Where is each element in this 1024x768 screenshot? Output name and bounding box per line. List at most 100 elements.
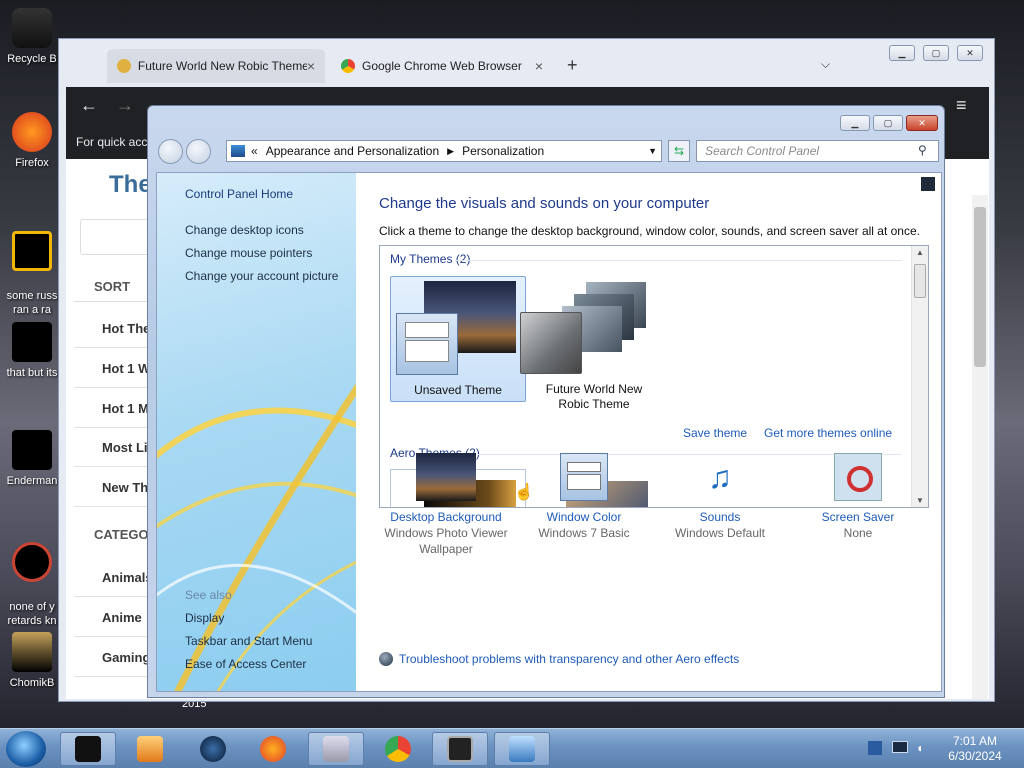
media-player-icon <box>137 736 163 762</box>
my-themes-label: My Themes (2) <box>390 252 471 266</box>
desktop-icon-firefox[interactable]: Firefox <box>0 112 64 170</box>
forward-arrow-icon[interactable]: → <box>116 95 134 116</box>
tray-volume-icon[interactable]: ◖ <box>916 741 930 755</box>
display-link[interactable]: Display <box>185 611 224 625</box>
address-prefix: « <box>251 144 258 158</box>
save-theme-link[interactable]: Save theme <box>683 426 747 440</box>
new-tab-button[interactable]: + <box>567 55 578 76</box>
taskbar-start-menu-link[interactable]: Taskbar and Start Menu <box>185 634 312 648</box>
property-title: Screen Saver <box>821 510 895 524</box>
monitor-icon <box>447 736 473 762</box>
tab-google-chrome[interactable]: Google Chrome Web Browser × <box>331 49 553 83</box>
see-also-label: See also <box>185 588 232 602</box>
tab-close-icon[interactable]: × <box>535 58 543 74</box>
chrome-menu-icon[interactable]: ≡ <box>956 95 967 116</box>
clock[interactable]: 7:01 AM 6/30/2024 <box>940 734 1010 764</box>
desktop-icon-enderman[interactable]: Enderman <box>0 430 64 488</box>
get-more-themes-link[interactable]: Get more themes online <box>764 426 892 440</box>
taskbar-control-panel[interactable] <box>494 732 550 766</box>
tab-future-world[interactable]: Future World New Robic Theme × <box>107 49 325 83</box>
screen-saver-icon <box>834 453 882 501</box>
sounds-setting[interactable]: ♫ Sounds Windows Default <box>650 453 790 541</box>
page-heading: Change the visuals and sounds on your co… <box>379 195 710 212</box>
globe-icon <box>200 736 226 762</box>
refresh-icon[interactable]: ⇆ <box>668 140 690 162</box>
chrome-maximize-button[interactable]: ▢ <box>923 45 949 61</box>
back-arrow-icon[interactable]: ← <box>80 95 98 116</box>
tray-display-icon[interactable] <box>892 741 908 753</box>
cp-content: Control Panel Home Change desktop icons … <box>156 172 942 692</box>
page-scrollbar[interactable] <box>972 195 988 699</box>
tab-search-chevron-icon[interactable]: ⌵ <box>821 57 830 72</box>
desktop-background-icon <box>416 453 476 501</box>
breadcrumb-personalization[interactable]: Personalization <box>462 144 544 158</box>
screen-saver-setting[interactable]: Screen Saver None <box>788 453 928 541</box>
site-title: The <box>109 171 152 198</box>
property-subtitle: Windows Photo Viewer Wallpaper <box>384 526 508 556</box>
taskbar-item-1[interactable] <box>60 732 116 766</box>
desktop-icon-label: some russ ran a ra <box>6 290 58 316</box>
control-panel-home-link[interactable]: Control Panel Home <box>185 187 293 201</box>
change-mouse-pointers-link[interactable]: Change mouse pointers <box>185 246 312 260</box>
breadcrumb-separator-icon: ▶ <box>447 145 455 156</box>
chrome-minimize-button[interactable]: ▁ <box>889 45 915 61</box>
window-preview-icon <box>396 313 458 375</box>
taskbar-media-player[interactable] <box>122 732 178 766</box>
address-dropdown-icon[interactable]: ▼ <box>648 146 657 156</box>
start-button[interactable] <box>6 731 46 767</box>
recycle-bin-icon <box>12 8 52 48</box>
breadcrumb-appearance[interactable]: Appearance and Personalization <box>266 144 439 158</box>
window-color-setting[interactable]: Window Color Windows 7 Basic <box>514 453 654 541</box>
search-icon[interactable]: ⚲ <box>918 143 927 157</box>
taskbar-item-7[interactable] <box>432 732 488 766</box>
taskbar-item-3[interactable] <box>185 732 241 766</box>
chrome-favicon-icon <box>341 59 355 73</box>
cp-close-button[interactable]: ✕ <box>906 115 938 131</box>
chrome-close-button[interactable]: ✕ <box>957 45 983 61</box>
desktop-icon-label: ChomikB <box>9 677 55 689</box>
taskbar-chrome[interactable] <box>370 732 426 766</box>
theme-tile-unsaved[interactable]: Unsaved Theme <box>390 276 526 402</box>
clock-date: 6/30/2024 <box>948 749 1002 763</box>
ease-of-access-link[interactable]: Ease of Access Center <box>185 657 306 671</box>
desktop-icon-chomikbox[interactable]: ChomikB <box>0 632 64 690</box>
taskbar-firefox[interactable] <box>245 732 301 766</box>
desktop-icon-label: Firefox <box>15 157 49 169</box>
tray-network-icon[interactable] <box>868 741 882 755</box>
clock-time: 7:01 AM <box>952 734 998 748</box>
property-title: Sounds <box>699 510 741 524</box>
property-subtitle: Windows 7 Basic <box>538 526 630 540</box>
search-input[interactable]: Search Control Panel <box>696 140 939 162</box>
taskbar-item-5[interactable] <box>308 732 364 766</box>
control-panel-icon <box>231 145 245 157</box>
firefox-icon <box>260 736 286 762</box>
change-account-picture-link[interactable]: Change your account picture <box>185 269 338 283</box>
cp-maximize-button[interactable]: ▢ <box>873 115 903 131</box>
troubleshoot-link[interactable]: Troubleshoot problems with transparency … <box>399 652 739 666</box>
cp-minimize-button[interactable]: ▁ <box>840 115 870 131</box>
desktop-icon-label: that but its <box>6 367 58 379</box>
tab-favicon-icon <box>117 59 131 73</box>
address-bar[interactable]: « Appearance and Personalization ▶ Perso… <box>226 140 662 162</box>
desktop-background-setting[interactable]: Desktop Background Windows Photo Viewer … <box>376 453 516 557</box>
page-description: Click a theme to change the desktop back… <box>379 224 920 238</box>
change-desktop-icons-link[interactable]: Change desktop icons <box>185 223 304 237</box>
desktop-icon-recycle-bin[interactable]: Recycle B <box>0 8 64 66</box>
bookmark-hint: For quick acce <box>76 135 155 149</box>
desktop-icon-file-1[interactable]: some russ ran a ra <box>0 217 64 317</box>
taskbar: ◖ 7:01 AM 6/30/2024 <box>0 728 1024 768</box>
desktop-icon-label: none of y retards kn <box>7 601 57 627</box>
desktop-icon-label: Recycle B <box>7 53 57 65</box>
back-button[interactable] <box>158 139 183 164</box>
troubleshoot-icon <box>379 652 393 666</box>
forward-button[interactable] <box>186 139 211 164</box>
property-subtitle: None <box>843 526 873 540</box>
tab-close-icon[interactable]: × <box>307 58 315 74</box>
file-icon <box>12 542 52 582</box>
theme-tile-future-world[interactable]: Future World New Robic Theme <box>520 276 662 411</box>
property-title: Desktop Background <box>390 510 502 524</box>
help-icon[interactable] <box>921 177 935 191</box>
property-subtitle: Windows Default <box>674 526 766 540</box>
desktop-icon-file-3[interactable]: none of y retards kn <box>0 528 64 628</box>
desktop-icon-file-2[interactable]: that but its <box>0 322 64 380</box>
